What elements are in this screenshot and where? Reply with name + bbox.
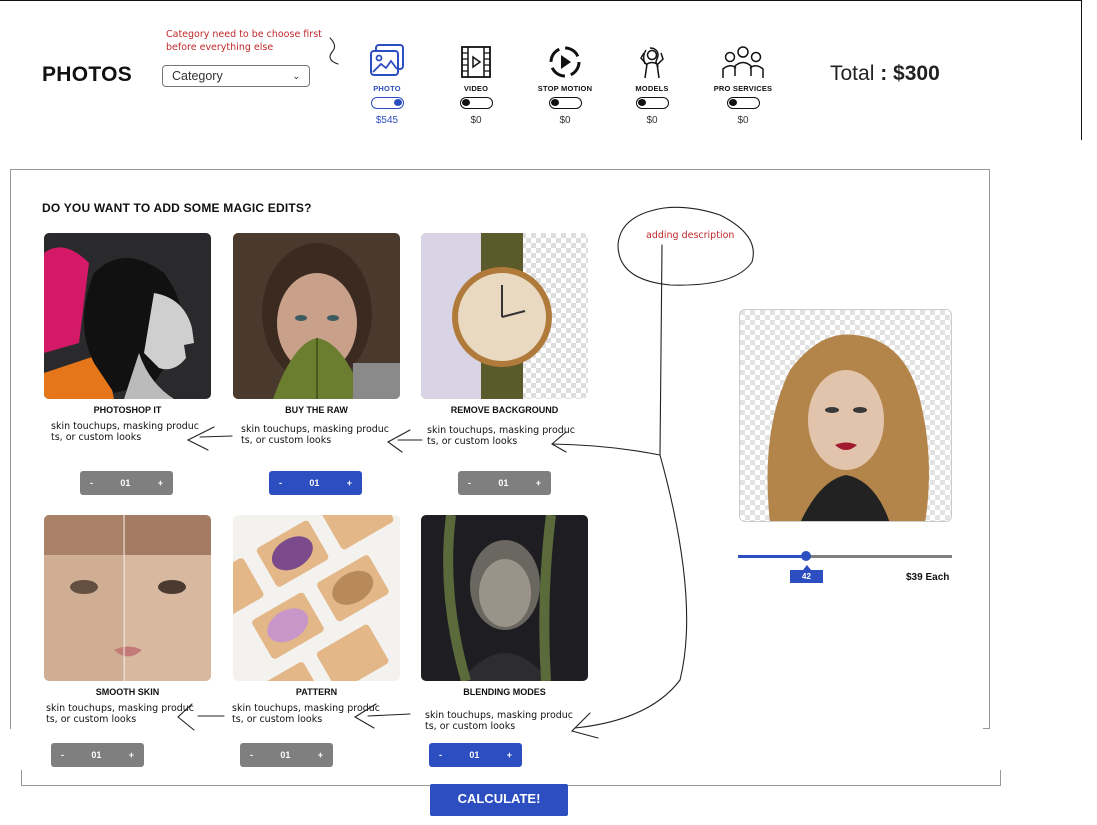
card-title: REMOVE BACKGROUND: [450, 405, 559, 415]
service-price: $0: [737, 115, 749, 126]
page: PHOTOS Category ⌄ Category need to be ch…: [0, 0, 1097, 825]
model-icon: [607, 40, 697, 84]
service-toggle[interactable]: [726, 97, 760, 109]
increment-button[interactable]: +: [347, 478, 352, 488]
quantity-value: 01: [120, 478, 131, 488]
service-label: MODELS: [635, 84, 669, 93]
film-icon: [431, 40, 521, 84]
card-title: PHOTOSHOP IT: [93, 405, 162, 415]
quantity-value: 01: [280, 750, 291, 760]
card-description: skin touchups, masking produc ts, or cus…: [46, 703, 195, 725]
decrement-button[interactable]: -: [439, 750, 442, 760]
service-stop-motion[interactable]: STOP MOTION $0: [520, 40, 610, 126]
frame-line: [21, 770, 22, 786]
smooth-skin-image[interactable]: [44, 515, 211, 681]
card-description: skin touchups, masking produc ts, or cus…: [241, 424, 390, 446]
service-price: $545: [375, 115, 399, 126]
blending-modes-image[interactable]: [421, 515, 588, 681]
slider-fill: [738, 555, 807, 558]
remove-background-image[interactable]: [421, 233, 588, 399]
decrement-button[interactable]: -: [279, 478, 282, 488]
team-icon: [698, 40, 788, 84]
service-pro-services[interactable]: PRO SERVICES $0: [698, 40, 788, 126]
total-display: Total : $300: [830, 62, 940, 86]
frame-line: [983, 728, 990, 729]
card-description: skin touchups, masking produc ts, or cus…: [232, 703, 381, 725]
quantity-value: 01: [309, 478, 320, 488]
card-title: SMOOTH SKIN: [95, 687, 160, 697]
card-description: skin touchups, masking produc ts, or cus…: [425, 710, 574, 732]
frame-line: [1000, 770, 1001, 786]
card-title: BUY THE RAW: [285, 405, 348, 415]
increment-button[interactable]: +: [158, 478, 163, 488]
service-toggle[interactable]: [548, 97, 582, 109]
service-photo[interactable]: PHOTO $545: [342, 40, 432, 126]
quantity-stepper[interactable]: - 01 +: [429, 743, 522, 767]
quantity-stepper[interactable]: - 01 +: [458, 471, 551, 495]
decrement-button[interactable]: -: [61, 750, 64, 760]
card-title: PATTERN: [295, 687, 338, 697]
description-note: adding description: [646, 230, 735, 241]
card-description: skin touchups, masking produc ts, or cus…: [427, 425, 576, 447]
image-icon: [342, 40, 432, 84]
increment-button[interactable]: +: [507, 750, 512, 760]
frame-line: [0, 0, 1082, 1]
increment-button[interactable]: +: [536, 478, 541, 488]
total-label: Total: [830, 62, 875, 85]
service-label: PRO SERVICES: [713, 84, 773, 93]
service-label: VIDEO: [463, 84, 489, 93]
decrement-button[interactable]: -: [250, 750, 253, 760]
service-price: $0: [646, 115, 658, 126]
frame-line: [1081, 0, 1082, 140]
quantity-slider[interactable]: [738, 551, 952, 561]
quantity-stepper[interactable]: - 01 +: [240, 743, 333, 767]
service-models[interactable]: MODELS $0: [607, 40, 697, 126]
photoshop-it-image[interactable]: [44, 233, 211, 399]
quantity-value: 01: [91, 750, 102, 760]
service-label: PHOTO: [373, 84, 401, 93]
total-separator: :: [874, 62, 894, 85]
quantity-stepper[interactable]: - 01 +: [51, 743, 144, 767]
play-circle-icon: [520, 40, 610, 84]
preview-image: [739, 309, 952, 522]
each-price: $39 Each: [906, 572, 950, 583]
increment-button[interactable]: +: [129, 750, 134, 760]
service-toggle[interactable]: [459, 97, 493, 109]
service-bar: PHOTO $545 VIDEO $0 STOP MOTION $0 MODEL…: [0, 40, 800, 140]
service-price: $0: [559, 115, 571, 126]
buy-the-raw-image[interactable]: [233, 233, 400, 399]
total-value: $300: [893, 62, 940, 85]
service-label: STOP MOTION: [537, 84, 593, 93]
calculate-button[interactable]: CALCULATE!: [430, 784, 568, 816]
decrement-button[interactable]: -: [468, 478, 471, 488]
slider-value: 42: [790, 570, 823, 583]
quantity-value: 01: [469, 750, 480, 760]
service-price: $0: [470, 115, 482, 126]
increment-button[interactable]: +: [318, 750, 323, 760]
service-video[interactable]: VIDEO $0: [431, 40, 521, 126]
quantity-stepper[interactable]: - 01 +: [269, 471, 362, 495]
pattern-image[interactable]: [233, 515, 400, 681]
service-toggle[interactable]: [635, 97, 669, 109]
decrement-button[interactable]: -: [90, 478, 93, 488]
card-title: BLENDING MODES: [463, 687, 546, 697]
card-description: skin touchups, masking produc ts, or cus…: [51, 421, 200, 443]
quantity-value: 01: [498, 478, 509, 488]
section-title: DO YOU WANT TO ADD SOME MAGIC EDITS?: [42, 201, 312, 215]
quantity-stepper[interactable]: - 01 +: [80, 471, 173, 495]
service-toggle[interactable]: [370, 97, 404, 109]
